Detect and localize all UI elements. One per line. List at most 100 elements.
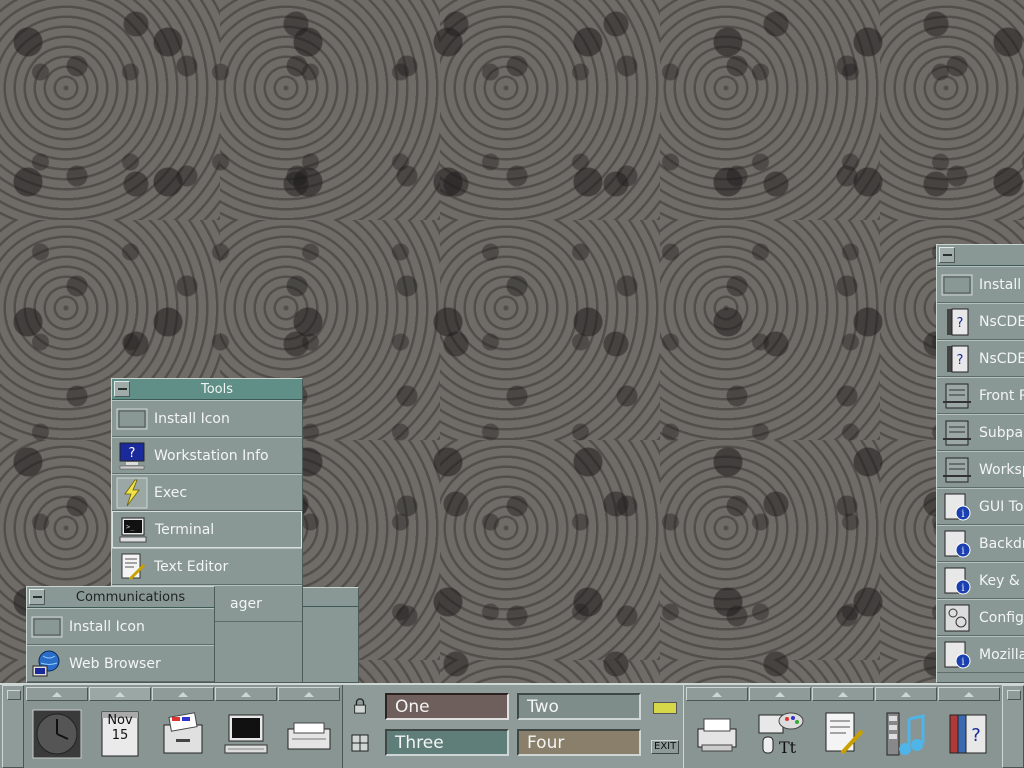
- install-icon: [941, 269, 973, 301]
- tools-item-install-icon[interactable]: Install Icon: [112, 400, 302, 437]
- workspace-four-button[interactable]: Four: [517, 729, 641, 756]
- right-subpanel-title-bar[interactable]: [937, 245, 1024, 266]
- info-doc-icon: i: [941, 639, 973, 671]
- subpanel-arrow-1[interactable]: [26, 687, 88, 701]
- printer-icon: [697, 718, 737, 752]
- workstation-info-icon: ?: [116, 440, 148, 472]
- lock-button[interactable]: [351, 697, 369, 715]
- web-browser-icon: [31, 648, 63, 680]
- svg-text:i: i: [961, 546, 964, 557]
- item-label: Install: [979, 276, 1022, 293]
- item-label: NsCDE: [979, 313, 1024, 330]
- subpanel-arrow-8[interactable]: [812, 687, 874, 701]
- communications-item-web-browser[interactable]: Web Browser: [27, 645, 214, 682]
- pager-icon: [351, 734, 369, 752]
- svg-text:?: ?: [971, 725, 981, 746]
- item-label: Subpan: [979, 424, 1024, 441]
- subpanel-arrow-3[interactable]: [152, 687, 214, 701]
- item-label: Workstation Info: [154, 447, 269, 464]
- install-icon: [116, 403, 148, 435]
- lightning-icon: [116, 477, 148, 509]
- lock-icon: [354, 698, 366, 714]
- svg-text:Tt: Tt: [779, 738, 797, 757]
- help-book-icon: ?: [941, 306, 973, 338]
- item-label: Web Browser: [69, 655, 161, 672]
- svg-text:>_: >_: [126, 523, 135, 531]
- communications-title-bar[interactable]: Communications: [27, 587, 214, 608]
- front-panel-menu-handle[interactable]: [2, 685, 24, 768]
- item-label: ager: [230, 595, 262, 612]
- right-item-install[interactable]: Install: [937, 266, 1024, 303]
- workspace-one-button[interactable]: One: [385, 693, 509, 720]
- front-panel-icon: [941, 380, 973, 412]
- item-label: Configu: [979, 609, 1024, 626]
- help-books-icon: ?: [949, 714, 987, 754]
- right-item-backdrops[interactable]: i Backdr: [937, 525, 1024, 562]
- terminal-icon: >_: [117, 514, 149, 546]
- subpanel-arrow-9[interactable]: [875, 687, 937, 701]
- tools-item-exec[interactable]: Exec: [112, 474, 302, 511]
- subpanel-arrow-2[interactable]: [89, 687, 151, 701]
- text-editor-launcher[interactable]: [812, 703, 874, 765]
- subpanel-arrow-5[interactable]: [278, 687, 340, 701]
- printer-launcher[interactable]: [686, 703, 748, 765]
- workspace-three-button[interactable]: Three: [385, 729, 509, 756]
- window-menu-button[interactable]: [114, 381, 130, 397]
- svg-text:i: i: [961, 657, 964, 668]
- workspace-two-button[interactable]: Two: [517, 693, 641, 720]
- right-item-workspace[interactable]: Worksp: [937, 451, 1024, 488]
- subpanel-icon: [941, 417, 973, 449]
- right-item-configure[interactable]: Configu: [937, 599, 1024, 636]
- tools-item-terminal[interactable]: >_ Terminal: [112, 511, 302, 548]
- clock-launcher[interactable]: [26, 703, 88, 765]
- item-label: Install Icon: [154, 410, 230, 427]
- info-doc-icon: i: [941, 491, 973, 523]
- calendar-day: 15: [111, 728, 129, 743]
- subpanel-arrow-4[interactable]: [215, 687, 277, 701]
- tools-item-workstation-info[interactable]: ? Workstation Info: [112, 437, 302, 474]
- svg-text:?: ?: [129, 446, 136, 461]
- help-launcher[interactable]: ?: [938, 703, 1000, 765]
- window-menu-button[interactable]: [29, 589, 45, 605]
- style-manager-icon: Tt: [758, 712, 804, 757]
- right-item-mozilla[interactable]: i Mozilla: [937, 636, 1024, 673]
- workspace-label: Three: [395, 732, 444, 753]
- right-item-subpanel[interactable]: Subpan: [937, 414, 1024, 451]
- media-launcher[interactable]: [875, 703, 937, 765]
- item-label: Terminal: [155, 521, 215, 538]
- right-item-front-panel[interactable]: Front P: [937, 377, 1024, 414]
- svg-text:?: ?: [957, 316, 964, 331]
- file-cabinet-icon: [163, 712, 203, 754]
- workspace-label: One: [395, 696, 430, 717]
- multimedia-icon: [886, 712, 925, 756]
- config-icon: [941, 602, 973, 634]
- workspace-icon: [941, 454, 973, 486]
- calendar-launcher[interactable]: Nov 15: [89, 703, 151, 765]
- tools-title-bar[interactable]: Tools: [112, 379, 302, 400]
- tools-title: Tools: [200, 381, 234, 397]
- item-label: Mozilla: [979, 646, 1024, 663]
- terminal-launcher[interactable]: [215, 703, 277, 765]
- style-manager-launcher[interactable]: Tt: [749, 703, 811, 765]
- front-panel-minimize-handle[interactable]: [1002, 685, 1024, 768]
- busy-indicator: [653, 702, 677, 714]
- mailer-launcher[interactable]: [278, 703, 340, 765]
- right-item-gui-tools[interactable]: i GUI To: [937, 488, 1024, 525]
- subpanel-arrow-6[interactable]: [686, 687, 748, 701]
- exit-button[interactable]: EXIT: [651, 740, 680, 754]
- clock-icon: [32, 709, 82, 759]
- text-editor-icon: [825, 712, 864, 755]
- right-item-nscde-1[interactable]: ? NsCDE: [937, 303, 1024, 340]
- pager-button[interactable]: [351, 734, 369, 752]
- help-book-icon: ?: [941, 343, 973, 375]
- subpanel-arrow-10[interactable]: [938, 687, 1000, 701]
- right-item-nscde-2[interactable]: ? NsCDE: [937, 340, 1024, 377]
- item-label: Install Icon: [69, 618, 145, 635]
- subpanel-arrow-7[interactable]: [749, 687, 811, 701]
- communications-item-install-icon[interactable]: Install Icon: [27, 608, 214, 645]
- item-label: NsCDE: [979, 350, 1024, 367]
- right-item-keys[interactable]: i Key &: [937, 562, 1024, 599]
- file-manager-launcher[interactable]: [152, 703, 214, 765]
- tools-item-text-editor[interactable]: Text Editor: [112, 548, 302, 585]
- window-menu-button[interactable]: [939, 247, 955, 263]
